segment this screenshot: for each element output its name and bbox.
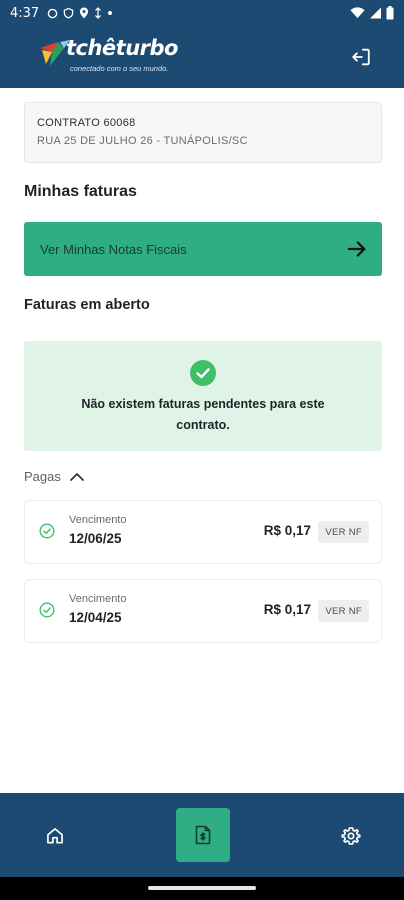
arrow-right-icon [347, 241, 366, 257]
contract-address: RUA 25 DE JULHO 26 - TUNÁPOLIS/SC [37, 135, 248, 147]
logo-tagline: conectado com o seu mundo. [70, 64, 169, 73]
status-bar: 4:37 [0, 0, 404, 26]
signal-icon [370, 7, 381, 19]
due-label: Vencimento [69, 593, 127, 605]
view-notas-fiscais-label: Ver Minhas Notas Fiscais [40, 241, 187, 257]
dot-icon [108, 11, 113, 15]
settings-icon [341, 827, 361, 845]
nav-settings-button[interactable] [336, 821, 366, 851]
invoice-amount: R$ 0,17 [263, 602, 311, 617]
chevron-up-icon [69, 472, 84, 481]
paid-invoice-card[interactable]: Vencimento 12/04/25 R$ 0,17 VER NF [24, 579, 382, 643]
open-invoices-title: Faturas em aberto [24, 297, 150, 313]
logo-wordmark: tchêturbo [66, 36, 178, 60]
paid-invoice-card[interactable]: Vencimento 12/06/25 R$ 0,17 VER NF [24, 500, 382, 564]
home-indicator[interactable] [148, 886, 256, 890]
status-time: 4:37 [10, 5, 40, 21]
nav-invoices-button[interactable] [176, 808, 230, 862]
location-icon [80, 7, 89, 19]
battery-icon [386, 6, 394, 20]
no-pending-message: Não existem faturas pendentes para este … [81, 397, 325, 432]
bottom-navigation [0, 793, 404, 877]
paid-check-icon [39, 602, 55, 618]
contract-title: CONTRATO 60068 [37, 117, 136, 129]
check-circle-icon [190, 360, 216, 386]
logout-icon [352, 48, 370, 66]
view-nf-button[interactable]: VER NF [318, 521, 369, 543]
contract-card: CONTRATO 60068 RUA 25 DE JULHO 26 - TUNÁ… [24, 102, 382, 163]
notification-icon [47, 8, 58, 18]
due-date: 12/04/25 [69, 610, 122, 625]
view-notas-fiscais-button[interactable]: Ver Minhas Notas Fiscais [24, 222, 382, 276]
paid-toggle-label: Pagas [24, 469, 61, 484]
nav-home-button[interactable] [40, 821, 70, 851]
no-pending-invoices-box: Não existem faturas pendentes para este … [24, 341, 382, 451]
wifi-icon [350, 7, 365, 19]
invoice-icon [195, 825, 211, 845]
sync-icon [95, 7, 102, 19]
home-icon [47, 828, 63, 844]
paid-invoices-toggle[interactable]: Pagas [24, 469, 85, 484]
view-nf-button[interactable]: VER NF [318, 600, 369, 622]
logout-button[interactable] [346, 42, 376, 72]
system-navigation-bar [0, 877, 404, 900]
shield-icon [63, 7, 74, 19]
due-label: Vencimento [69, 514, 127, 526]
due-date: 12/06/25 [69, 531, 122, 546]
invoice-amount: R$ 0,17 [263, 523, 311, 538]
invoices-section-title: Minhas faturas [24, 183, 137, 200]
paid-check-icon [39, 523, 55, 539]
brand-logo: tchêturbo conectado com o seu mundo. [38, 36, 188, 78]
app-header: tchêturbo conectado com o seu mundo. [0, 26, 404, 88]
